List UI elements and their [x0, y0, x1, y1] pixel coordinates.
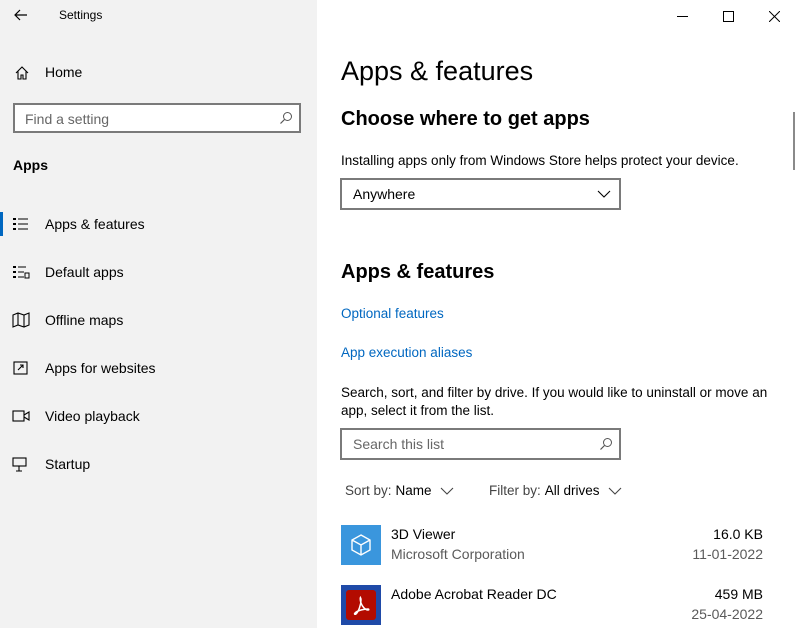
sort-by-value: Name [395, 483, 432, 498]
sidebar-item-label: Default apps [45, 264, 124, 280]
sidebar-item-startup[interactable]: Startup [0, 444, 317, 484]
app-size: 16.0 KB [713, 526, 763, 542]
page-title: Apps & features [341, 56, 534, 86]
minimize-button[interactable] [659, 0, 705, 32]
choose-heading: Choose where to get apps [341, 108, 590, 130]
sidebar-item-apps-features[interactable]: Apps & features [0, 204, 317, 244]
open-external-icon [13, 361, 28, 375]
app-list-item[interactable]: Adobe Acrobat Reader DC 459 MB 25-04-202… [340, 585, 765, 628]
home-icon [15, 66, 29, 80]
close-icon [768, 10, 780, 22]
sidebar-item-apps-for-websites[interactable]: Apps for websites [0, 348, 317, 388]
sidebar-item-label: Apps for websites [45, 360, 156, 376]
app-name: 3D Viewer [391, 526, 456, 542]
app-list-search-placeholder: Search this list [353, 436, 445, 452]
app-execution-aliases-link[interactable]: App execution aliases [341, 345, 472, 360]
sidebar-home[interactable]: Home [0, 56, 317, 90]
window-controls [659, 0, 797, 32]
sidebar-item-default-apps[interactable]: Default apps [0, 252, 317, 292]
arrow-left-icon [14, 9, 27, 21]
sidebar-item-label: Video playback [45, 408, 140, 424]
back-button[interactable] [8, 2, 34, 28]
sort-by-label: Sort by: [345, 483, 392, 498]
search-icon [600, 438, 612, 450]
close-button[interactable] [751, 0, 797, 32]
app-install-date: 25-04-2022 [691, 606, 763, 622]
filter-by-control[interactable]: Filter by: All drives [489, 483, 622, 498]
app-publisher: Microsoft Corporation [391, 546, 525, 562]
filter-by-label: Filter by: [489, 483, 541, 498]
features-heading: Apps & features [341, 261, 495, 283]
sort-by-control[interactable]: Sort by: Name [345, 483, 454, 498]
minimize-icon [676, 15, 688, 17]
app-tile [341, 525, 381, 565]
sidebar-item-video-playback[interactable]: Video playback [0, 396, 317, 436]
sidebar: Settings Home Find a setting Apps Apps &… [0, 0, 317, 628]
chevron-down-icon [440, 487, 453, 495]
cube-icon [351, 534, 371, 556]
filter-by-value: All drives [544, 483, 600, 498]
optional-features-link[interactable]: Optional features [341, 306, 444, 321]
window-title: Settings [59, 8, 103, 22]
acrobat-glyph-icon [353, 596, 370, 615]
sidebar-home-label: Home [45, 64, 83, 80]
sidebar-item-label: Apps & features [45, 216, 145, 232]
choose-description: Installing apps only from Windows Store … [341, 153, 739, 168]
main-content: Apps & features Choose where to get apps… [317, 0, 797, 628]
chevron-down-icon [608, 487, 621, 495]
scrollbar-thumb[interactable] [793, 112, 795, 170]
maximize-button[interactable] [705, 0, 751, 32]
sidebar-item-offline-maps[interactable]: Offline maps [0, 300, 317, 340]
app-list-item[interactable]: 3D Viewer Microsoft Corporation 16.0 KB … [340, 525, 765, 571]
sidebar-item-label: Offline maps [45, 312, 124, 328]
video-icon [12, 410, 30, 422]
map-icon [12, 312, 30, 328]
search-description: Search, sort, and filter by drive. If yo… [341, 385, 768, 418]
settings-search-input[interactable]: Find a setting [13, 103, 301, 133]
app-source-value: Anywhere [353, 186, 416, 202]
app-tile [341, 585, 381, 625]
app-name: Adobe Acrobat Reader DC [391, 586, 557, 602]
settings-search-placeholder: Find a setting [25, 111, 110, 127]
maximize-icon [722, 10, 734, 22]
acrobat-icon [346, 590, 376, 620]
startup-icon [12, 457, 27, 472]
sidebar-section-title: Apps [13, 157, 48, 173]
search-icon [280, 112, 292, 124]
app-size: 459 MB [714, 586, 763, 602]
chevron-down-icon [597, 190, 611, 198]
app-list-search-input[interactable]: Search this list [340, 428, 621, 460]
sidebar-item-label: Startup [45, 456, 91, 472]
default-apps-icon [13, 266, 30, 279]
app-source-dropdown[interactable]: Anywhere [340, 178, 621, 210]
app-install-date: 11-01-2022 [692, 546, 763, 562]
apps-features-icon [13, 218, 28, 230]
